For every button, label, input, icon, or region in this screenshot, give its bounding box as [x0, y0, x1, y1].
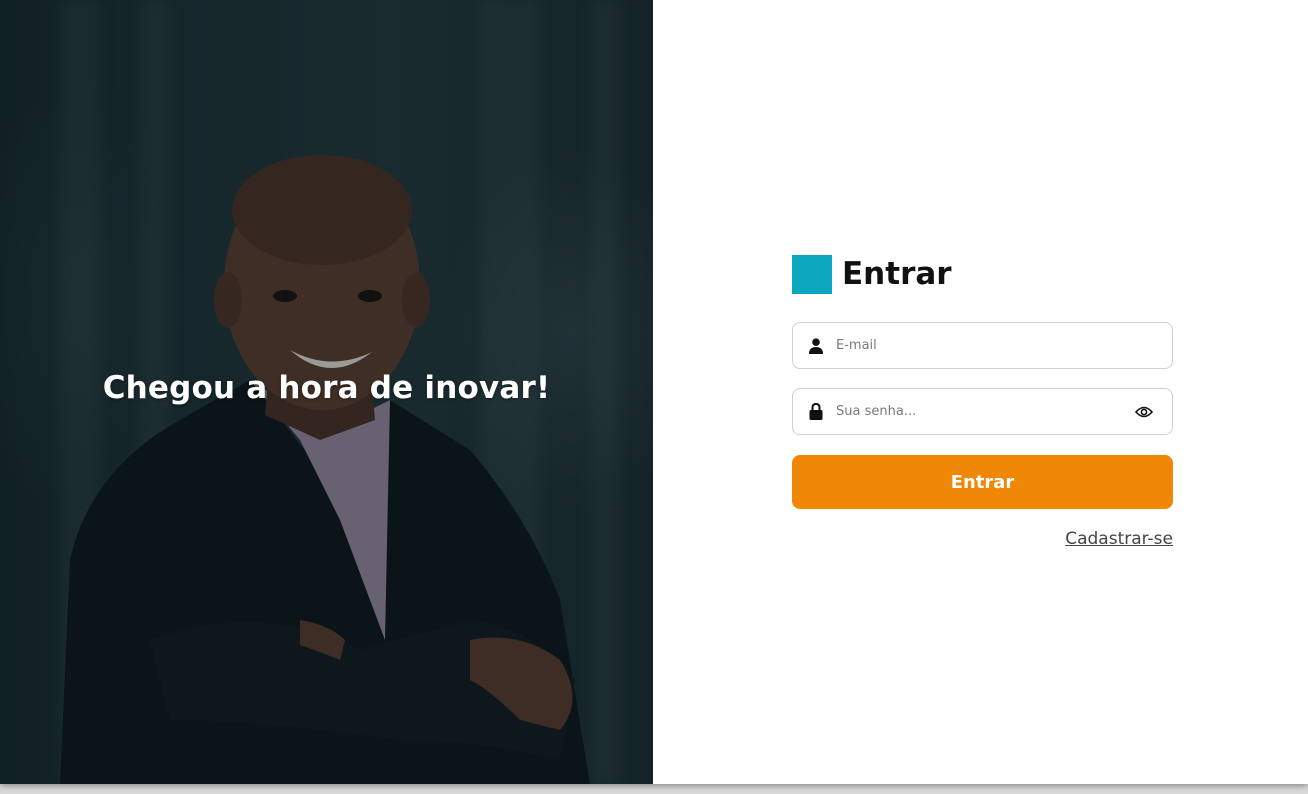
eye-icon[interactable]	[1134, 404, 1154, 420]
login-title: Entrar	[842, 256, 952, 292]
password-input[interactable]	[834, 395, 1134, 428]
signup-row: Cadastrar-se	[792, 529, 1173, 549]
lock-icon	[808, 403, 824, 421]
login-submit-button[interactable]: Entrar	[792, 455, 1173, 509]
logo-square	[792, 254, 832, 294]
signup-link[interactable]: Cadastrar-se	[1065, 529, 1173, 549]
hero-panel: Chegou a hora de inovar!	[0, 0, 653, 784]
login-form: Entrar Entrar Cadastrar-se	[792, 254, 1173, 549]
email-field[interactable]	[792, 322, 1173, 369]
email-input[interactable]	[834, 329, 1172, 362]
page: Chegou a hora de inovar! Entrar E-mail E…	[0, 0, 1308, 784]
password-field[interactable]	[792, 388, 1173, 435]
brand-header: Entrar	[792, 254, 1173, 294]
login-panel: Entrar Entrar Cadastrar-se	[653, 0, 1308, 784]
user-icon	[808, 337, 824, 355]
hero-headline: Chegou a hora de inovar!	[102, 370, 551, 406]
